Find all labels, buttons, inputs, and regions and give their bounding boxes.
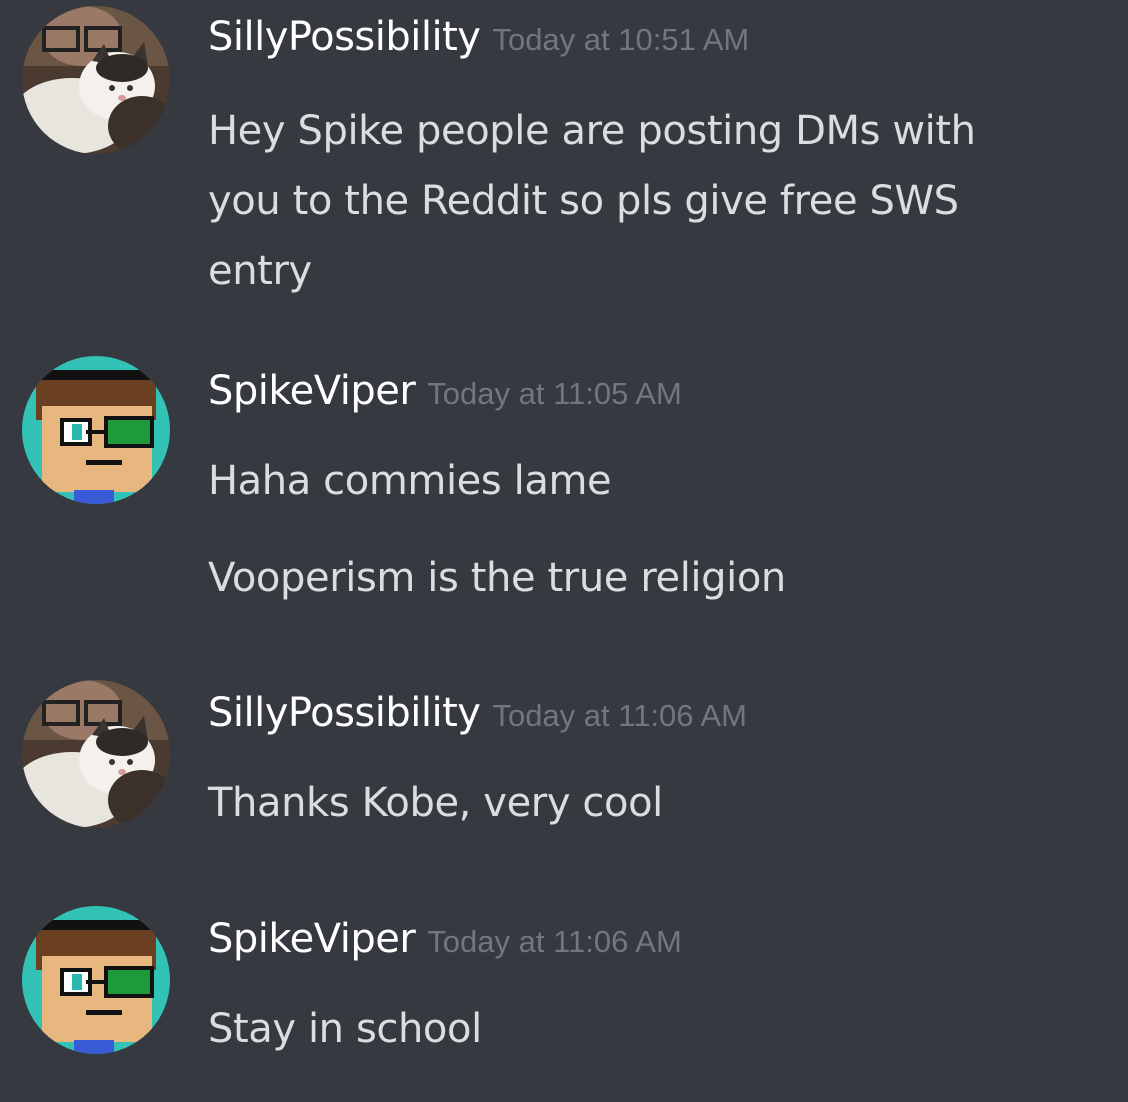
timestamp: Today at 10:51 AM (492, 22, 750, 57)
username[interactable]: SpikeViper (208, 916, 416, 962)
message-line: Stay in school (208, 1006, 482, 1052)
message-line: Haha commies lame (208, 458, 612, 504)
message-text: Vooperism is the true religion (208, 543, 786, 613)
message-text: Thanks Kobe, very cool (208, 768, 663, 838)
message-line: Hey Spike people are posting DMs with (208, 108, 976, 154)
username[interactable]: SpikeViper (208, 368, 416, 414)
avatar[interactable] (22, 6, 170, 154)
timestamp: Today at 11:06 AM (492, 698, 747, 733)
message-header: SillyPossibility Today at 11:06 AM (208, 690, 747, 736)
message-header: SpikeViper Today at 11:05 AM (208, 368, 682, 414)
timestamp: Today at 11:05 AM (427, 376, 682, 411)
message-line: Vooperism is the true religion (208, 555, 786, 601)
avatar[interactable] (22, 356, 170, 504)
username[interactable]: SillyPossibility (208, 690, 481, 736)
message-text: Hey Spike people are posting DMs with yo… (208, 96, 976, 306)
username[interactable]: SillyPossibility (208, 14, 481, 60)
avatar[interactable] (22, 906, 170, 1054)
avatar[interactable] (22, 680, 170, 828)
message-line: Thanks Kobe, very cool (208, 780, 663, 826)
pixel-character-icon (22, 906, 170, 1054)
message-header: SillyPossibility Today at 10:51 AM (208, 14, 749, 60)
timestamp: Today at 11:06 AM (427, 924, 682, 959)
message-header: SpikeViper Today at 11:06 AM (208, 916, 682, 962)
message-line: entry (208, 248, 312, 294)
message-text: Stay in school (208, 994, 482, 1064)
cat-photo-icon (22, 680, 170, 828)
cat-photo-icon (22, 6, 170, 154)
message-text: Haha commies lame (208, 446, 612, 516)
message-line: you to the Reddit so pls give free SWS (208, 178, 959, 224)
pixel-character-icon (22, 356, 170, 504)
